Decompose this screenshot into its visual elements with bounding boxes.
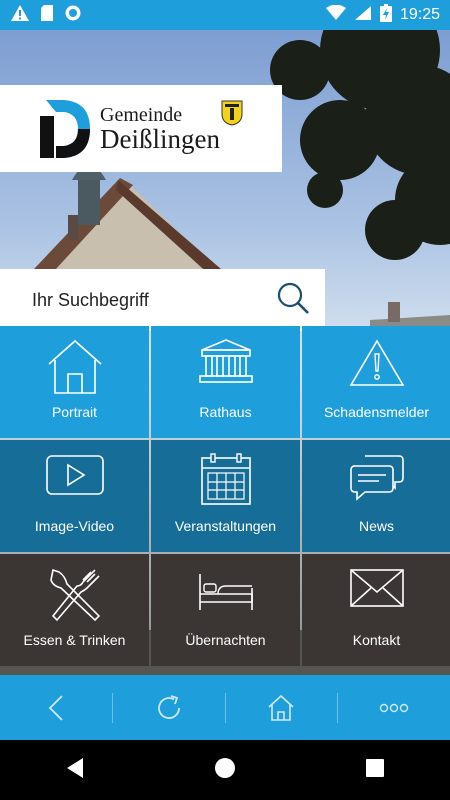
tile-veranstaltungen[interactable]: Veranstaltungen bbox=[151, 440, 300, 552]
tile-portrait[interactable]: Portrait bbox=[0, 326, 149, 438]
tile-schadensmelder[interactable]: Schadensmelder bbox=[302, 326, 450, 438]
status-time: 19:25 bbox=[399, 6, 440, 23]
back-icon bbox=[48, 694, 63, 721]
tile-news[interactable]: News bbox=[302, 440, 450, 552]
tile-label: Portrait bbox=[51, 404, 98, 420]
warning-icon bbox=[10, 4, 30, 27]
calendar-icon bbox=[200, 453, 251, 505]
municipality-logo-icon bbox=[40, 99, 90, 158]
nav-recents-icon[interactable] bbox=[365, 758, 385, 783]
status-bar: 19:25 bbox=[0, 0, 450, 30]
search-bar[interactable]: Ihr Suchbegriff bbox=[0, 269, 325, 331]
tile-label: Essen & Trinken bbox=[23, 632, 126, 648]
nav-home-icon[interactable] bbox=[214, 757, 236, 784]
chat-bubbles-icon bbox=[349, 455, 404, 501]
battery-charging-icon bbox=[379, 3, 392, 27]
townhall-icon bbox=[198, 339, 253, 383]
nav-back-icon[interactable] bbox=[65, 757, 85, 784]
signal-icon bbox=[354, 5, 372, 26]
more-button[interactable] bbox=[338, 675, 450, 740]
municipality-name: Gemeinde Deißlingen bbox=[100, 105, 220, 153]
fork-knife-icon bbox=[49, 568, 100, 622]
logo-banner: Gemeinde Deißlingen bbox=[0, 85, 282, 172]
sync-icon bbox=[64, 4, 82, 27]
envelope-icon bbox=[349, 569, 404, 607]
play-video-icon bbox=[45, 455, 104, 495]
wifi-icon bbox=[325, 4, 346, 26]
logo-line2: Deißlingen bbox=[100, 123, 220, 154]
house-icon bbox=[47, 339, 102, 394]
tile-essen-trinken[interactable]: Essen & Trinken bbox=[0, 554, 149, 666]
tile-rathaus[interactable]: Rathaus bbox=[151, 326, 300, 438]
tile-label: Image-Video bbox=[34, 518, 115, 534]
more-icon bbox=[379, 703, 409, 712]
home-button[interactable] bbox=[226, 675, 338, 740]
tile-label: Schadensmelder bbox=[323, 404, 430, 420]
reload-icon bbox=[157, 694, 180, 719]
system-nav-bar bbox=[0, 740, 450, 800]
tile-uebernachten[interactable]: Übernachten bbox=[151, 554, 300, 666]
bottom-toolbar bbox=[0, 675, 450, 740]
tile-image-video[interactable]: Image-Video bbox=[0, 440, 149, 552]
menu-grid: Portrait Rathaus Schadensmelder Image-Vi… bbox=[0, 326, 450, 666]
search-input[interactable]: Ihr Suchbegriff bbox=[32, 290, 275, 311]
tile-label: News bbox=[358, 518, 394, 534]
bed-icon bbox=[198, 574, 253, 610]
tile-label: Kontakt bbox=[352, 632, 401, 648]
tile-label: Rathaus bbox=[199, 404, 252, 420]
search-icon[interactable] bbox=[275, 280, 311, 321]
tile-label: Veranstaltungen bbox=[174, 518, 277, 534]
sd-card-icon bbox=[40, 4, 54, 27]
coat-of-arms-icon bbox=[221, 100, 243, 126]
logo-line1: Gemeinde bbox=[100, 103, 183, 126]
tile-label: Übernachten bbox=[185, 632, 266, 648]
reload-button[interactable] bbox=[113, 675, 225, 740]
tile-kontakt[interactable]: Kontakt bbox=[302, 554, 450, 666]
home-icon bbox=[268, 694, 294, 721]
back-button[interactable] bbox=[0, 675, 112, 740]
warning-triangle-icon bbox=[349, 339, 404, 386]
